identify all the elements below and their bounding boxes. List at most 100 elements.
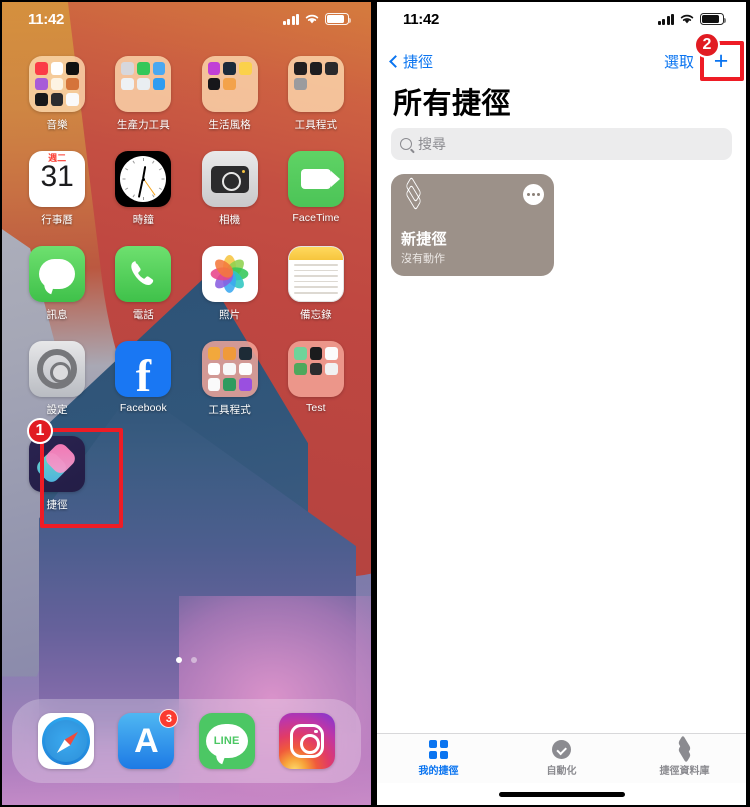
- mini-icon: [207, 347, 221, 360]
- mini-icon: [293, 62, 307, 75]
- mini-icon: [35, 93, 48, 106]
- photos-icon: [201, 246, 258, 302]
- app-label: 設定: [46, 404, 68, 416]
- app-facetime[interactable]: FaceTime: [273, 151, 359, 227]
- mini-icon: [223, 362, 236, 376]
- select-button[interactable]: 選取: [664, 51, 694, 72]
- mini-icon: [238, 62, 252, 75]
- mini-icon: [238, 378, 252, 391]
- back-button[interactable]: 捷徑: [389, 51, 433, 72]
- tab-gallery[interactable]: 捷徑資料庫: [624, 734, 746, 777]
- mini-icon: [309, 362, 323, 376]
- wifi-icon: [305, 14, 319, 24]
- mini-icon: [121, 77, 135, 91]
- app-folder-music[interactable]: 音樂: [14, 56, 100, 132]
- status-indicators: [282, 13, 351, 25]
- card-header: [401, 176, 544, 211]
- app-camera[interactable]: 相機: [187, 151, 273, 227]
- search-bar-wrapper: 搜尋: [391, 128, 732, 160]
- clock-icon: [115, 151, 172, 207]
- phone-icon: [115, 246, 172, 302]
- facebook-icon: f: [115, 341, 172, 397]
- app-folder-utilities2[interactable]: 工具程式: [187, 341, 273, 417]
- mini-icon: [223, 93, 236, 106]
- settings-gear-icon: [29, 341, 86, 397]
- mini-icon: [50, 62, 64, 75]
- app-clock[interactable]: 時鐘: [100, 151, 186, 227]
- page-dots[interactable]: [2, 657, 371, 663]
- tab-my-shortcuts[interactable]: 我的捷徑: [378, 740, 500, 777]
- mini-icon: [293, 77, 307, 91]
- status-bar: 11:42: [2, 2, 371, 36]
- ellipsis-icon[interactable]: [523, 184, 544, 205]
- app-folder-test[interactable]: Test: [273, 341, 359, 417]
- mini-icon: [208, 93, 221, 106]
- status-time: 11:42: [28, 10, 65, 28]
- app-label: 行事曆: [41, 214, 74, 226]
- app-calendar[interactable]: 週二 31 行事曆: [14, 151, 100, 227]
- instagram-icon: [278, 713, 335, 769]
- mini-icon: [325, 78, 338, 91]
- app-label: 備忘錄: [299, 309, 332, 321]
- folder-utilities2-icon: [201, 341, 258, 397]
- app-label: 照片: [219, 309, 241, 321]
- navigation-bar: 捷徑 選取 +: [377, 44, 746, 78]
- layers-icon: [401, 176, 425, 211]
- mini-icon: [223, 77, 236, 91]
- dock-item-instagram[interactable]: [278, 713, 335, 769]
- mini-icon: [223, 62, 236, 75]
- mini-icon: [35, 77, 48, 91]
- mini-icon: [310, 378, 323, 391]
- page-dot-active[interactable]: [176, 657, 182, 663]
- calendar-icon: 週二 31: [29, 151, 86, 207]
- mini-icon: [121, 93, 134, 106]
- automation-check-icon: [551, 740, 571, 759]
- app-notes[interactable]: 備忘錄: [273, 246, 359, 322]
- page-dot[interactable]: [191, 657, 197, 663]
- left-phone-home-screen: 11:42 音樂 生產力工具 生活風格 工具程式 週二 31 行事曆 時鐘 相機…: [0, 0, 373, 807]
- dock-item-appstore[interactable]: A 3: [118, 709, 179, 769]
- mini-icon: [50, 93, 64, 106]
- app-folder-productivity[interactable]: 生產力工具: [100, 56, 186, 132]
- folder-lifestyle-icon: [201, 56, 258, 112]
- dock-item-line[interactable]: LINE: [198, 713, 255, 769]
- notes-icon: [287, 246, 344, 302]
- mini-icon: [137, 62, 150, 75]
- app-photos[interactable]: 照片: [187, 246, 273, 322]
- app-messages[interactable]: 訊息: [14, 246, 100, 322]
- folder-productivity-icon: [115, 56, 172, 112]
- app-label: 訊息: [46, 309, 68, 321]
- mini-icon: [35, 62, 48, 75]
- app-folder-lifestyle[interactable]: 生活風格: [187, 56, 273, 132]
- card-text: 新捷徑 沒有動作: [401, 228, 544, 266]
- app-label: 時鐘: [132, 214, 154, 226]
- mini-icon: [66, 62, 80, 75]
- calendar-day: 31: [40, 160, 74, 193]
- grid-icon: [428, 740, 448, 759]
- folder-test-icon: [287, 341, 344, 397]
- mini-icon: [152, 77, 166, 91]
- annotation-box-1: [40, 428, 123, 528]
- app-phone[interactable]: 電話: [100, 246, 186, 322]
- mini-icon: [239, 78, 252, 91]
- battery-icon: [700, 13, 726, 25]
- home-indicator: [498, 792, 625, 797]
- mini-icon: [66, 93, 80, 106]
- safari-icon: [38, 713, 95, 769]
- status-bar: 11:42: [377, 2, 746, 36]
- mini-icon: [294, 378, 307, 391]
- search-input[interactable]: 搜尋: [391, 128, 732, 160]
- mini-icon: [66, 77, 80, 91]
- mini-icon: [153, 93, 166, 106]
- mini-icon: [325, 93, 338, 106]
- app-folder-utilities[interactable]: 工具程式: [273, 56, 359, 132]
- shortcut-card-list: 新捷徑 沒有動作: [391, 174, 732, 276]
- app-settings[interactable]: 設定: [14, 341, 100, 417]
- shortcut-card[interactable]: 新捷徑 沒有動作: [391, 174, 554, 276]
- right-phone-shortcuts-app: 11:42 捷徑 選取 + 所有捷徑 搜尋 新捷徑 沒有動作 我的捷徑 自動化 …: [375, 0, 748, 807]
- tab-automation[interactable]: 自動化: [501, 740, 623, 777]
- dock-item-safari[interactable]: [38, 713, 95, 769]
- annotation-number-2: 2: [694, 32, 720, 58]
- app-facebook[interactable]: f Facebook: [100, 341, 186, 417]
- status-indicators: [657, 13, 726, 25]
